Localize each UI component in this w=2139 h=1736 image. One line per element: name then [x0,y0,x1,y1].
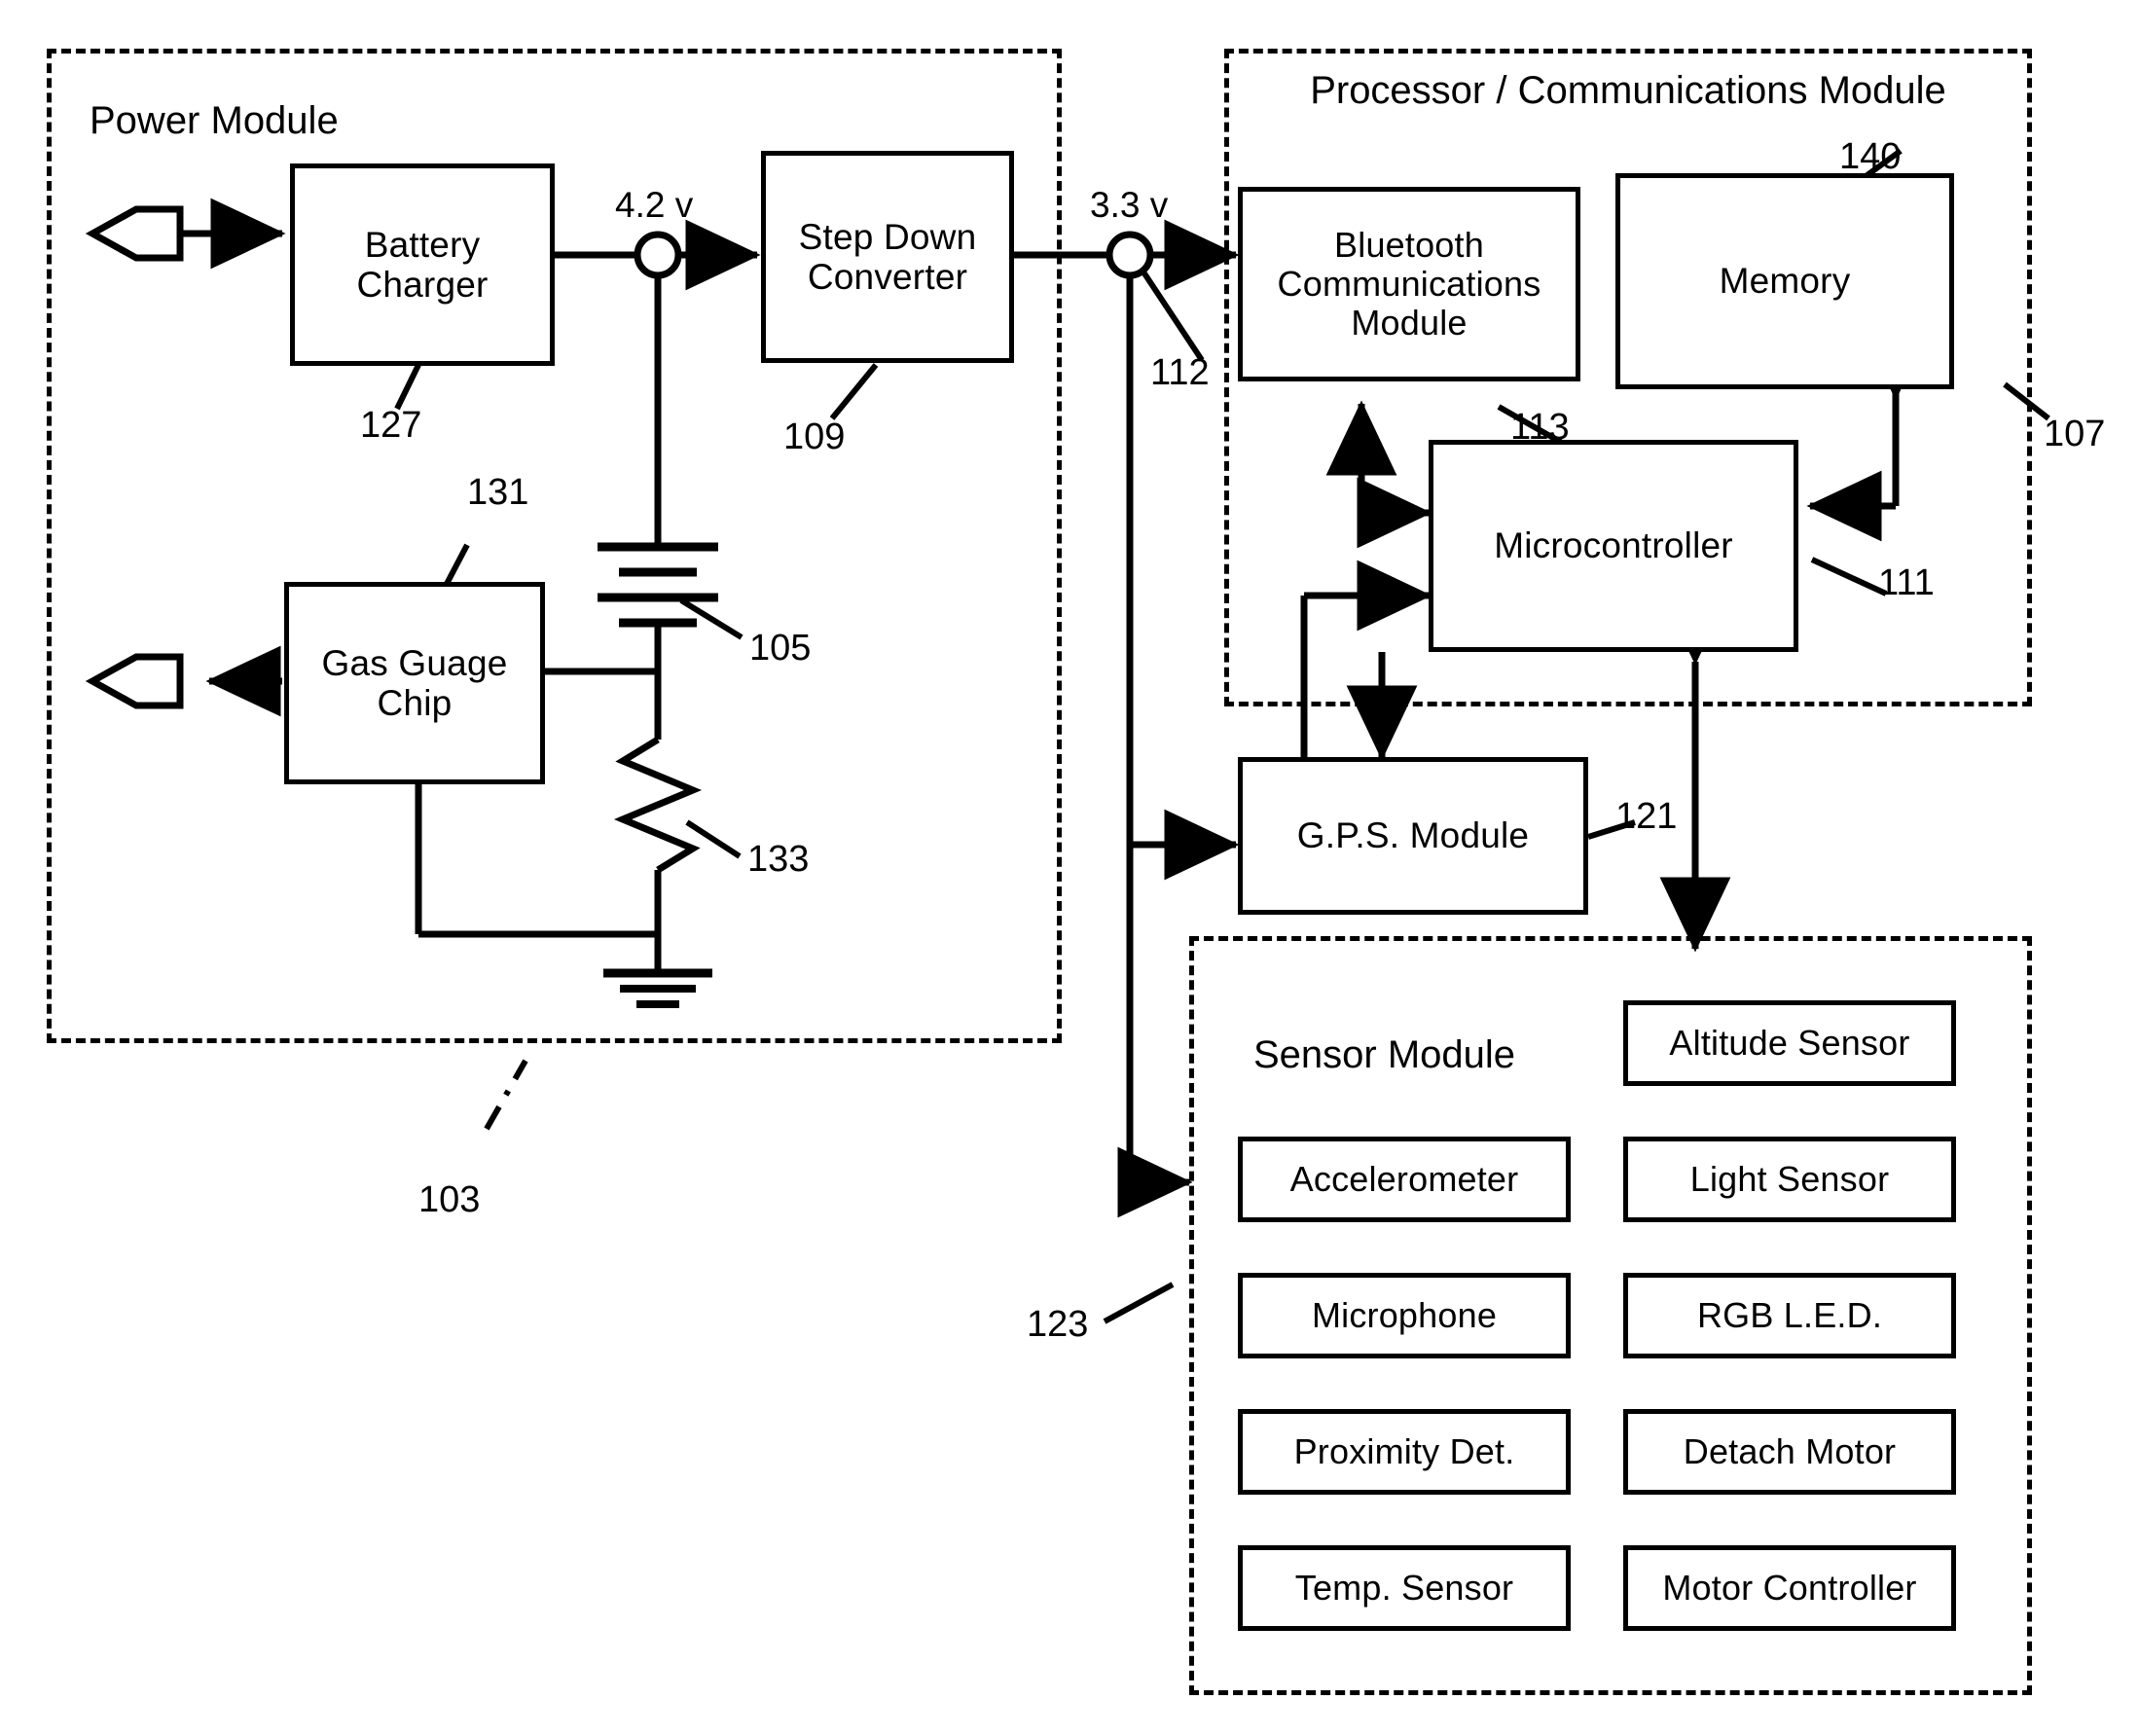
power-module-title: Power Module [90,99,339,142]
gas-gauge-chip-label: Gas Guage Chip [321,642,508,723]
ref-121: 121 [1615,796,1678,837]
sensor-detach-motor-block[interactable]: Detach Motor [1623,1409,1956,1495]
gps-module-block[interactable]: G.P.S. Module [1238,757,1588,915]
ref-111: 111 [1878,562,1935,603]
bluetooth-communications-module-block[interactable]: Bluetooth Communications Module [1238,187,1580,381]
sensor-rgb-led-label: RGB L.E.D. [1696,1294,1883,1335]
sensor-rgb-led-block[interactable]: RGB L.E.D. [1623,1273,1956,1358]
sensor-motor-controller-block[interactable]: Motor Controller [1623,1545,1956,1631]
sensor-proximity-detector-block[interactable]: Proximity Det. [1238,1409,1571,1495]
sensor-microphone-block[interactable]: Microphone [1238,1273,1571,1358]
sensor-altitude-block[interactable]: Altitude Sensor [1623,1000,1956,1086]
gas-gauge-chip-block[interactable]: Gas Guage Chip [284,582,545,784]
microcontroller-label: Microcontroller [1494,525,1733,566]
ref-131: 131 [467,472,529,513]
processor-module-title-line1: Processor / Communications [1310,69,1808,112]
ref-105: 105 [749,628,812,669]
net-3v3-label: 3.3 v [1090,185,1169,225]
gps-module-label: G.P.S. Module [1296,815,1530,856]
ref-140: 140 [1839,136,1902,177]
bluetooth-communications-module-label: Bluetooth Communications Module [1277,224,1541,344]
ref-112: 112 [1150,352,1210,393]
sensor-module-title: Sensor Module [1253,1033,1516,1076]
sensor-light-block[interactable]: Light Sensor [1623,1137,1956,1222]
memory-block[interactable]: Memory [1615,173,1954,389]
microcontroller-block[interactable]: Microcontroller [1429,440,1798,652]
ref-107: 107 [2044,414,2106,454]
ref-127: 127 [360,405,422,446]
sensor-temperature-label: Temp. Sensor [1294,1567,1514,1608]
sensor-light-label: Light Sensor [1689,1158,1890,1199]
step-down-converter-label: Step Down Converter [798,216,977,297]
sensor-detach-motor-label: Detach Motor [1683,1430,1897,1471]
ref-113: 113 [1510,407,1570,448]
step-down-converter-block[interactable]: Step Down Converter [761,151,1014,363]
battery-charger-label: Battery Charger [356,224,489,305]
sensor-proximity-detector-label: Proximity Det. [1293,1430,1515,1471]
sensor-altitude-label: Altitude Sensor [1669,1022,1910,1063]
ref-109: 109 [783,416,846,457]
sensor-temperature-block[interactable]: Temp. Sensor [1238,1545,1571,1631]
sensor-microphone-label: Microphone [1311,1294,1498,1335]
ref-133: 133 [747,839,810,880]
sensor-accelerometer-block[interactable]: Accelerometer [1238,1137,1571,1222]
processor-module-title: Processor / Communications Module [1255,66,2001,115]
battery-charger-block[interactable]: Battery Charger [290,163,555,366]
net-4v2-label: 4.2 v [615,185,694,225]
sensor-accelerometer-label: Accelerometer [1289,1158,1519,1199]
ref-123: 123 [1027,1304,1089,1345]
memory-label: Memory [1719,261,1851,302]
ref-103: 103 [418,1179,481,1220]
processor-module-title-line2: Module [1818,69,1946,112]
sensor-motor-controller-label: Motor Controller [1662,1567,1917,1608]
diagram-canvas: Power Module Processor / Communications … [0,0,2139,1736]
